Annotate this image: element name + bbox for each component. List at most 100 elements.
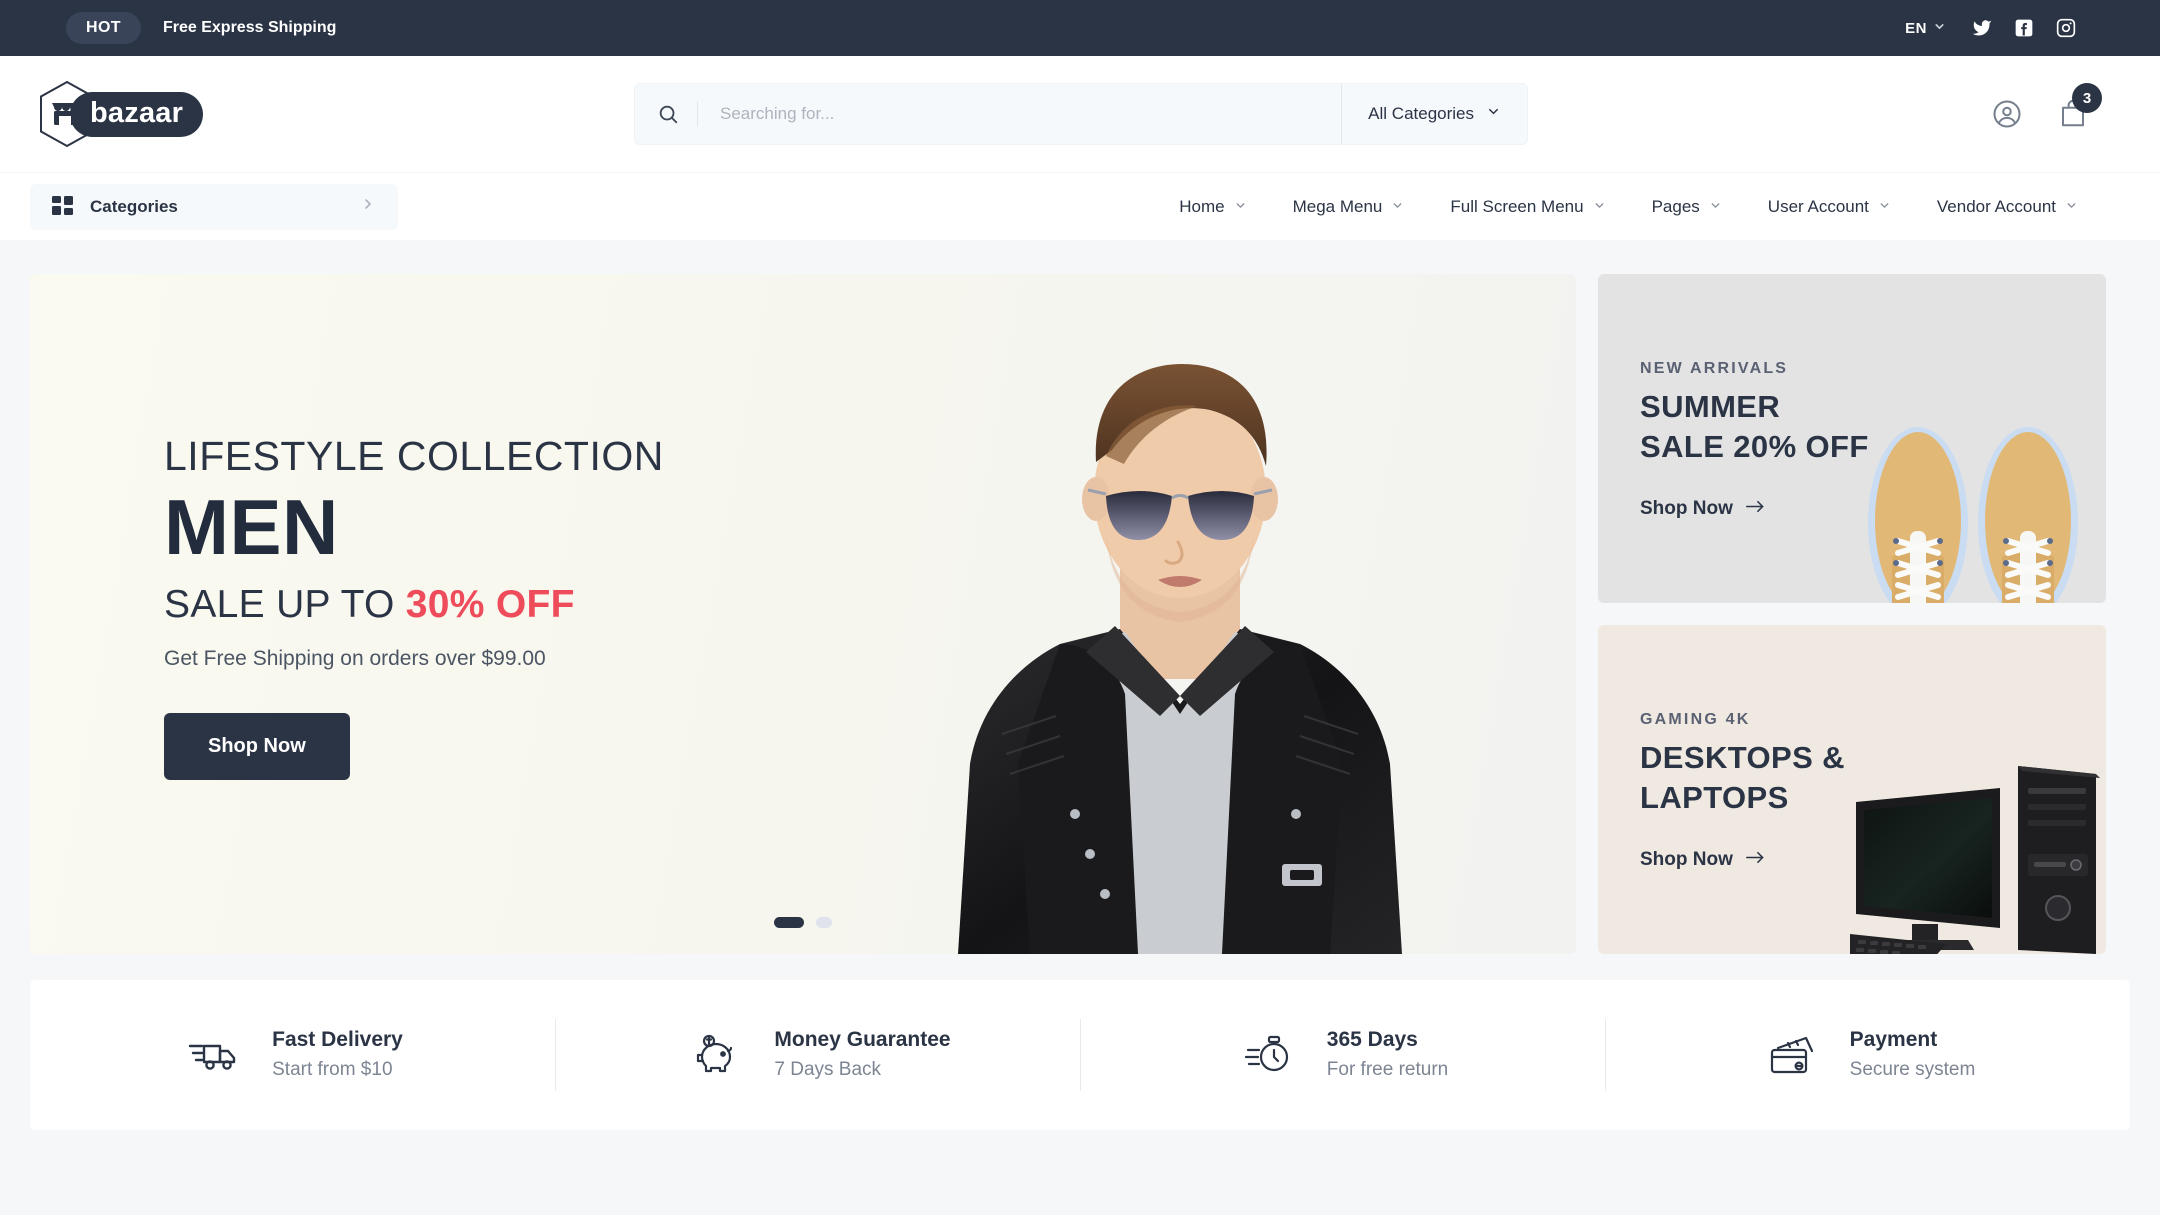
shipping-message: Free Express Shipping xyxy=(162,19,337,36)
main-content: LIFESTYLE COLLECTION MEN SALE UP TO 30% … xyxy=(0,240,2160,954)
service-payment: Payment Secure system xyxy=(1605,1019,2130,1091)
carousel-dots xyxy=(774,917,832,928)
chevron-down-icon xyxy=(1878,197,1891,217)
promo-shop-now-link[interactable]: Shop Now xyxy=(1640,498,1869,520)
hot-badge: HOT xyxy=(66,12,141,44)
hero-banner[interactable]: LIFESTYLE COLLECTION MEN SALE UP TO 30% … xyxy=(30,274,1576,954)
promo-title: DESKTOPS & LAPTOPS xyxy=(1640,738,1845,817)
main-navbar: Categories Home Mega Menu Full Screen Me… xyxy=(0,172,2160,240)
truck-icon xyxy=(182,1034,246,1076)
promo-link-label: Shop Now xyxy=(1640,498,1733,520)
promo-text-block: NEW ARRIVALS SUMMER SALE 20% OFF Shop No… xyxy=(1640,360,1869,520)
service-title: Money Guarantee xyxy=(774,1028,951,1052)
hero-note: Get Free Shipping on orders over $99.00 xyxy=(164,646,546,670)
hero-model-image xyxy=(958,364,1402,954)
promo-shop-now-link[interactable]: Shop Now xyxy=(1640,849,1845,871)
nav-label: Home xyxy=(1179,196,1225,216)
hero-title: MEN xyxy=(164,483,339,572)
grid-icon xyxy=(52,195,74,218)
service-subtitle: 7 Days Back xyxy=(774,1059,882,1081)
promo-kicker: NEW ARRIVALS xyxy=(1640,360,1789,377)
credit-card-icon xyxy=(1760,1034,1824,1076)
nav-item-home[interactable]: Home xyxy=(1179,197,1246,217)
chevron-down-icon xyxy=(1391,197,1404,217)
hero-row: LIFESTYLE COLLECTION MEN SALE UP TO 30% … xyxy=(30,274,2130,954)
promo-title: SUMMER SALE 20% OFF xyxy=(1640,387,1869,466)
chevron-down-icon xyxy=(1933,20,1946,37)
promo-cards: NEW ARRIVALS SUMMER SALE 20% OFF Shop No… xyxy=(1598,274,2106,954)
search-input[interactable] xyxy=(698,104,1342,124)
service-subtitle: Secure system xyxy=(1849,1059,1976,1081)
account-icon[interactable] xyxy=(1992,99,2022,129)
hero-kicker: LIFESTYLE COLLECTION xyxy=(164,433,664,479)
service-money-guarantee: Money Guarantee 7 Days Back xyxy=(555,1019,1080,1091)
chevron-down-icon xyxy=(1234,197,1247,217)
service-fast-delivery: Fast Delivery Start from $10 xyxy=(30,1019,555,1091)
service-title: Fast Delivery xyxy=(272,1028,403,1052)
promo-card-summer-sale[interactable]: NEW ARRIVALS SUMMER SALE 20% OFF Shop No… xyxy=(1598,274,2106,603)
nav-label: Mega Menu xyxy=(1292,196,1383,216)
carousel-dot-2[interactable] xyxy=(816,917,832,928)
twitter-icon[interactable] xyxy=(1972,18,1992,38)
service-text: Payment Secure system xyxy=(1850,1026,1976,1084)
nav-label: User Account xyxy=(1767,196,1869,216)
cart-icon[interactable]: 3 xyxy=(2058,83,2102,129)
hero-sale-accent: 30% OFF xyxy=(405,582,575,626)
arrow-right-icon xyxy=(1745,849,1765,871)
service-title: 365 Days xyxy=(1326,1028,1418,1052)
chevron-down-icon xyxy=(1593,197,1606,217)
facebook-icon[interactable] xyxy=(2014,18,2034,38)
nav-item-mega-menu[interactable]: Mega Menu xyxy=(1293,197,1405,217)
search-bar: All Categories xyxy=(634,83,1528,145)
category-select-label: All Categories xyxy=(1368,104,1474,123)
chevron-down-icon xyxy=(1486,104,1501,124)
carousel-dot-1[interactable] xyxy=(774,917,804,928)
site-header: bazaar All Categories 3 xyxy=(0,56,2160,172)
promo-title-line1: SUMMER xyxy=(1640,389,1781,424)
service-text: Fast Delivery Start from $10 xyxy=(272,1026,403,1084)
services-bar: Fast Delivery Start from $10 Money Guara… xyxy=(30,980,2130,1130)
chevron-down-icon xyxy=(2065,197,2078,217)
nav-label: Pages xyxy=(1651,196,1700,216)
social-links xyxy=(1972,18,2076,38)
language-selector[interactable]: EN xyxy=(1905,20,1946,37)
categories-button[interactable]: Categories xyxy=(30,183,398,230)
nav-label: Full Screen Menu xyxy=(1450,196,1584,216)
nav-item-vendor-account[interactable]: Vendor Account xyxy=(1937,197,2078,217)
hero-sale-prefix: SALE UP TO xyxy=(164,582,406,626)
promo-text-block: GAMING 4K DESKTOPS & LAPTOPS Shop Now xyxy=(1640,711,1845,871)
language-label: EN xyxy=(1905,19,1927,37)
cart-count-badge: 3 xyxy=(2072,83,2102,113)
promo-title-line2: SALE 20% OFF xyxy=(1640,428,1869,464)
service-subtitle: For free return xyxy=(1326,1059,1449,1081)
shop-icon xyxy=(50,100,80,133)
stopwatch-icon xyxy=(1237,1033,1301,1077)
search-icon xyxy=(635,103,697,125)
hero-shop-now-button[interactable]: Shop Now xyxy=(164,712,350,780)
nav-item-pages[interactable]: Pages xyxy=(1652,197,1722,217)
topbar-right-group: EN xyxy=(1905,18,2116,38)
category-select[interactable]: All Categories xyxy=(1341,84,1527,144)
nav-item-user-account[interactable]: User Account xyxy=(1768,197,1891,217)
desktop-computer-image xyxy=(1850,766,2100,954)
nav-item-full-screen-menu[interactable]: Full Screen Menu xyxy=(1450,197,1605,217)
logo[interactable]: bazaar xyxy=(30,77,204,151)
instagram-icon[interactable] xyxy=(2056,18,2076,38)
chevron-right-icon xyxy=(360,196,376,217)
sneakers-image xyxy=(1868,427,2078,603)
service-text: Money Guarantee 7 Days Back xyxy=(774,1026,950,1084)
service-365-days: 365 Days For free return xyxy=(1080,1019,1605,1091)
service-text: 365 Days For free return xyxy=(1327,1026,1448,1084)
nav-label: Vendor Account xyxy=(1936,196,2056,216)
header-actions: 3 xyxy=(1992,83,2102,129)
logo-text: bazaar xyxy=(70,91,204,137)
promo-title-line1: DESKTOPS & xyxy=(1640,740,1845,775)
promo-card-desktops-laptops[interactable]: GAMING 4K DESKTOPS & LAPTOPS Shop Now xyxy=(1598,625,2106,954)
categories-label: Categories xyxy=(90,196,178,216)
top-announcement-bar: HOT Free Express Shipping EN xyxy=(0,0,2160,56)
promo-link-label: Shop Now xyxy=(1640,849,1733,871)
hero-text-block: LIFESTYLE COLLECTION MEN SALE UP TO 30% … xyxy=(164,433,664,780)
service-subtitle: Start from $10 xyxy=(272,1059,393,1081)
chevron-down-icon xyxy=(1709,197,1722,217)
nav-items: Home Mega Menu Full Screen Menu Pages Us… xyxy=(1179,197,2078,217)
